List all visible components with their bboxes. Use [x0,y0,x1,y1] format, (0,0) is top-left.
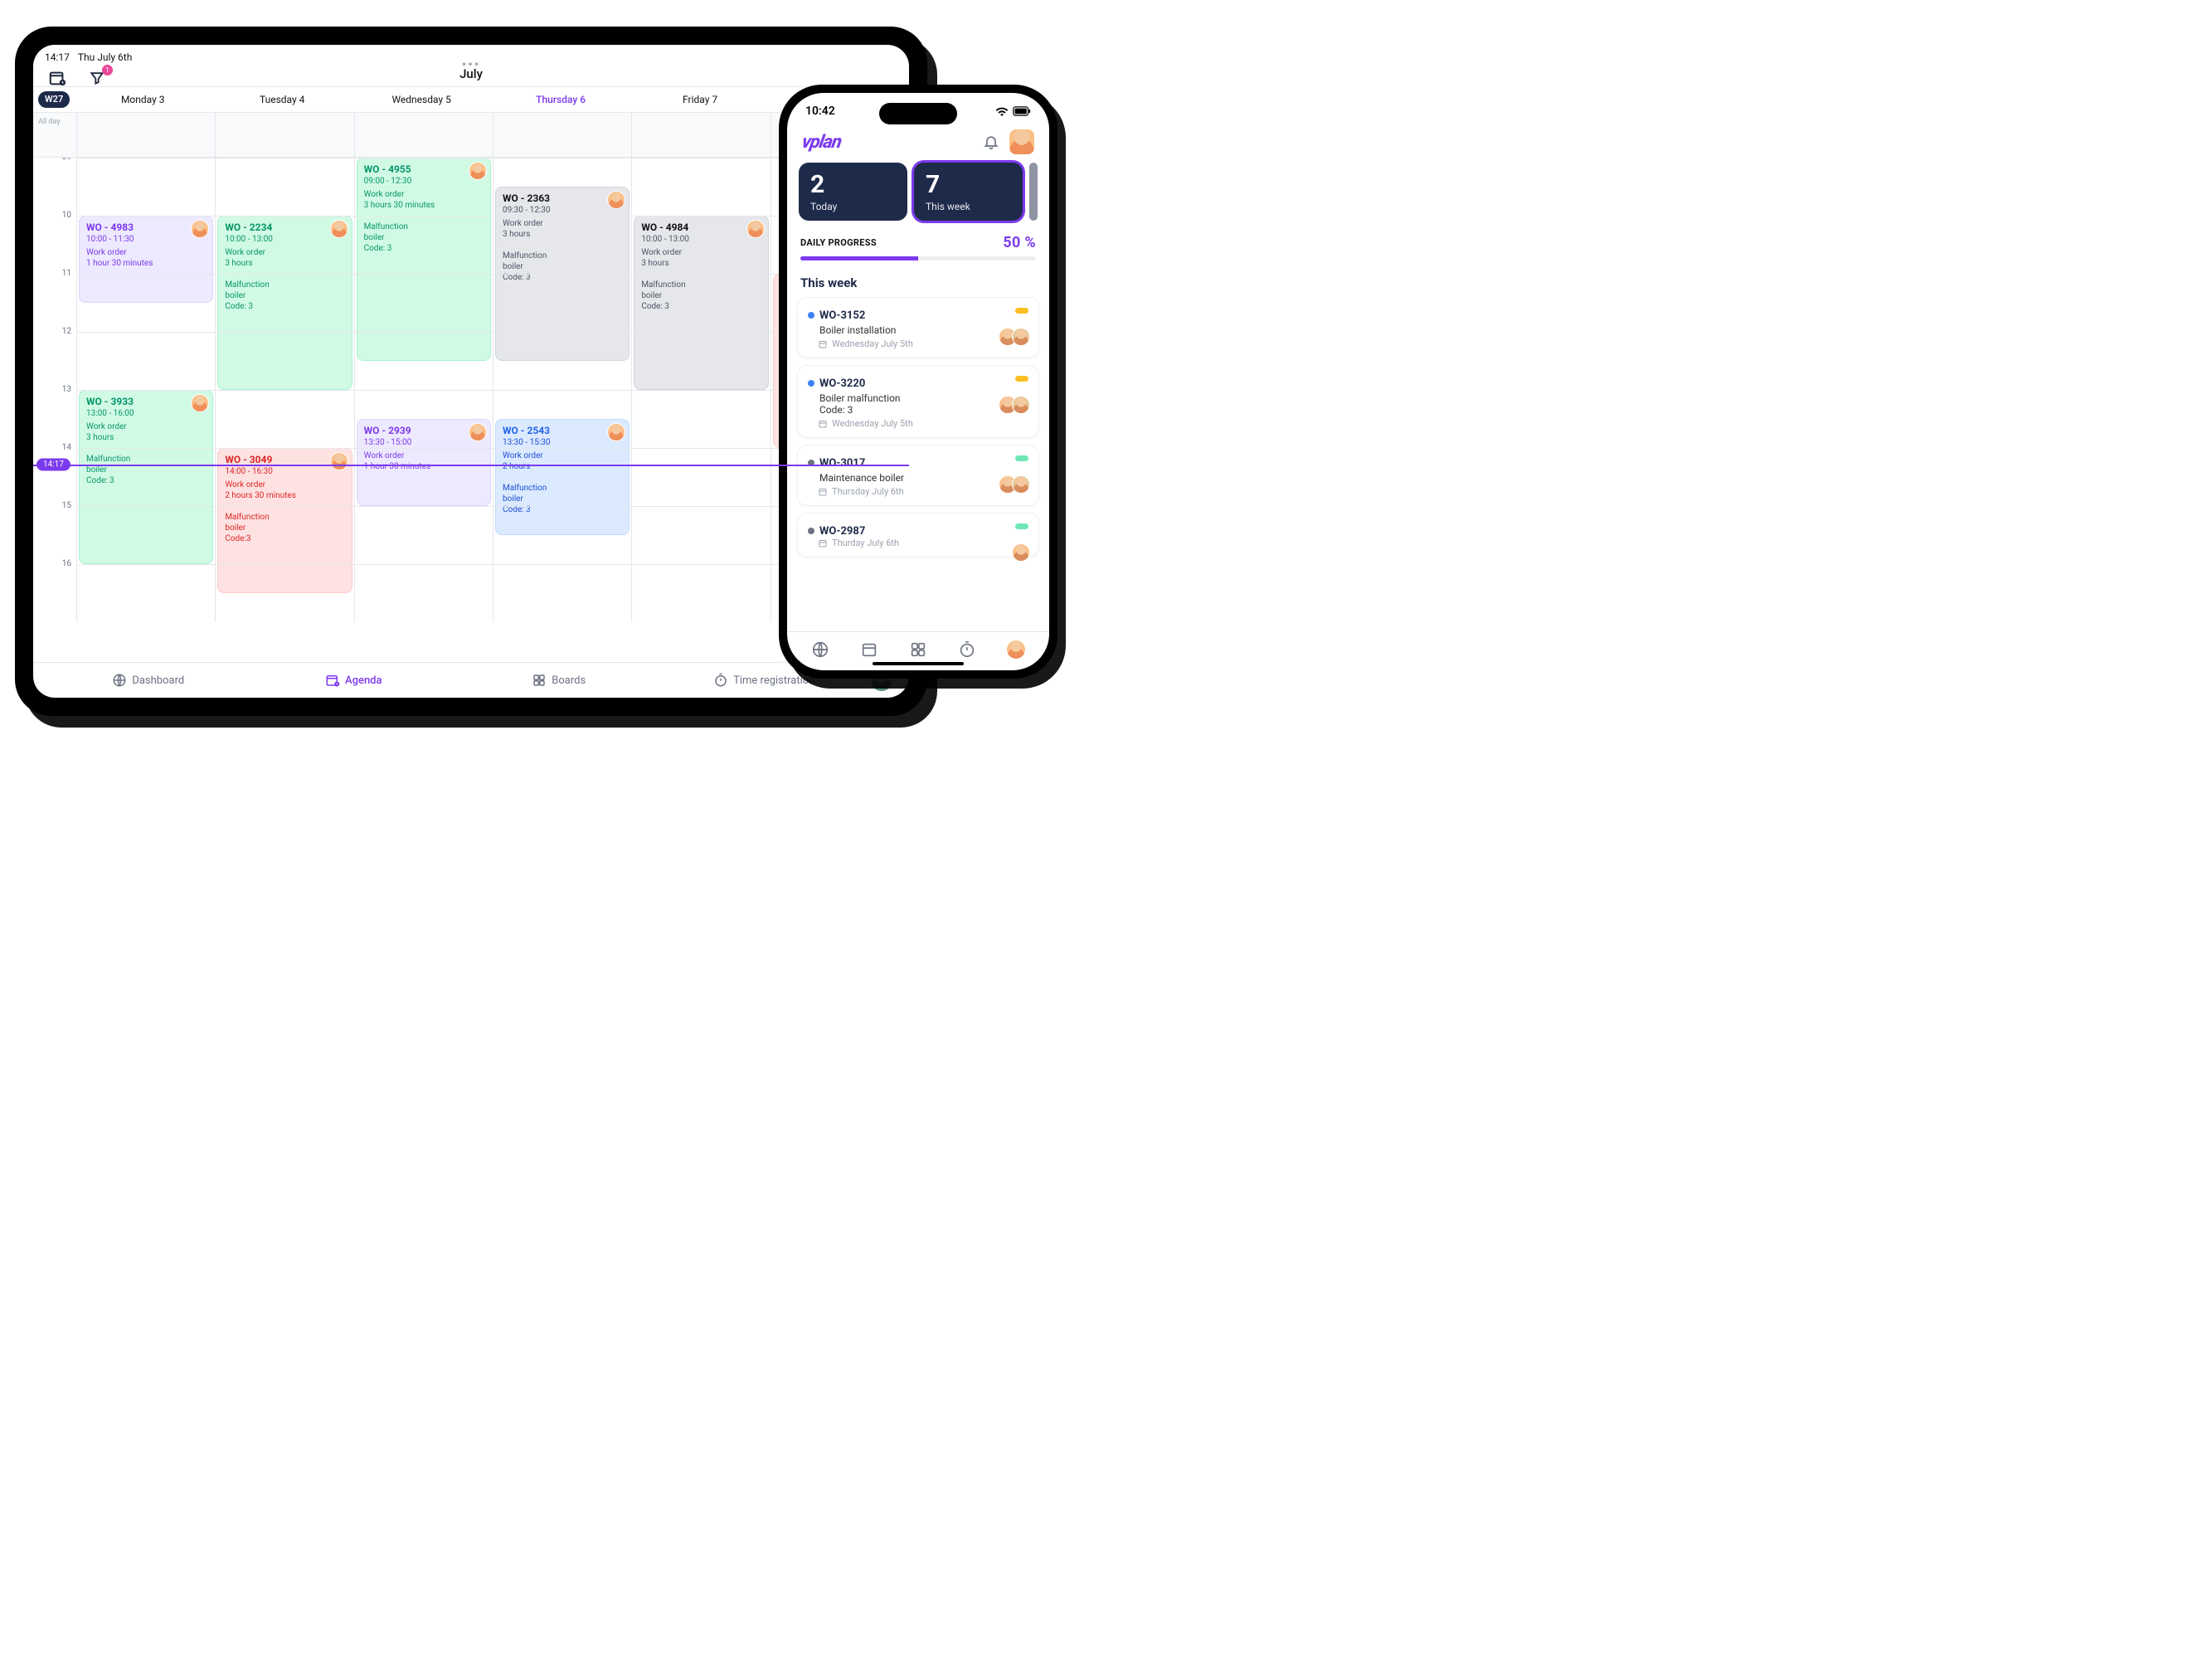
status-dot [808,528,814,534]
assignee-avatar [191,394,209,412]
day-header[interactable]: Thursday 6 [491,87,630,112]
work-order-card[interactable]: WO-2987Thurday July 6th [797,513,1039,557]
assignee-avatar [330,452,348,470]
stat-card-peek[interactable] [1029,163,1038,221]
hour-label: 14 [33,443,76,501]
priority-pill [1015,523,1028,529]
calendar-event[interactable]: WO - 495509:00 - 12:30Work order3 hours … [357,158,491,361]
drag-handle-icon[interactable]: ••• [462,56,481,72]
assignee-avatar [330,220,348,238]
assignee-avatar [1012,475,1030,494]
nav-calendar[interactable] [860,640,878,659]
calendar-icon [818,339,828,349]
week-number-pill: W27 [38,91,70,108]
priority-pill [1015,308,1028,314]
stopwatch-icon [713,673,728,688]
calendar-icon [818,419,828,429]
calendar-event[interactable]: WO - 223410:00 - 13:00Work order3 hours … [217,216,352,390]
stat-card[interactable]: 7This week [914,163,1023,221]
hour-label: 15 [33,501,76,559]
phone-header: vplan [787,123,1049,163]
nav-globe[interactable] [811,640,829,659]
battery-icon [1013,106,1031,116]
nav-stopwatch[interactable] [958,640,976,659]
assignee-avatar [746,220,765,238]
month-header: ••• July [33,65,909,86]
progress-label: DAILY PROGRESS [800,237,877,248]
hour-label: 11 [33,269,76,327]
assignee-avatar [1012,396,1030,414]
calendar-grid[interactable]: 0910111213141516 WO - 498310:00 - 11:30W… [33,158,909,662]
calendar-icon [818,487,828,497]
hour-label: 10 [33,211,76,269]
hour-label: 09 [33,158,76,211]
phone-clock: 10:42 [805,105,835,118]
tablet-bottom-nav: DashboardAgendaBoardsTime registration [33,662,909,698]
nav-grid[interactable]: Boards [460,673,658,688]
globe-icon [112,673,127,688]
calendar-event[interactable]: WO - 293913:30 - 15:00Work order1 hour 3… [357,419,491,506]
stat-cards-row: 2Today7This week [787,163,1049,221]
progress-bar [800,256,1036,260]
tablet-screen: 14:17 Thu July 6th 1 ••• July W27 Monday… [33,45,909,698]
calendar-event[interactable]: WO - 304914:00 - 16:30Work order2 hours … [217,448,352,593]
now-indicator-line [33,465,909,466]
status-dot [808,380,814,387]
work-order-card[interactable]: WO-3220Boiler malfunctionCode: 3Wednesda… [797,365,1039,438]
nav-globe[interactable]: Dashboard [50,673,247,688]
nav-boards[interactable] [909,640,927,659]
priority-pill [1015,455,1028,461]
work-order-card[interactable]: WO-3152Boiler installationWednesday July… [797,297,1039,358]
assignee-avatar [607,423,625,441]
phone-user-avatar[interactable] [1009,129,1034,154]
hour-label: 12 [33,327,76,385]
hour-label: 16 [33,559,76,617]
tablet-date: Thu July 6th [78,51,132,63]
calendar-event[interactable]: WO - 498410:00 - 13:00Work order3 hours … [634,216,768,390]
day-header[interactable]: Monday 3 [73,87,212,112]
calendar-event[interactable]: WO - 254313:30 - 15:30Work order2 hours … [495,419,630,535]
now-indicator-pill: 14:17 [36,458,70,470]
tablet-clock: 14:17 [45,51,70,63]
phone-frame: 10:42 vplan 2Today7This week DAILY PROGR… [779,85,1057,679]
nav-calendar[interactable]: Agenda [255,673,453,688]
calendar-icon [325,673,340,688]
stat-card[interactable]: 2Today [799,163,907,221]
allday-row: All day [33,113,909,158]
assignee-avatar [1012,543,1030,562]
week-header: W27 Monday 3Tuesday 4Wednesday 5Thursday… [33,86,909,113]
home-indicator [873,662,964,665]
section-title: This week [787,267,1049,297]
progress-percent: 50 % [1003,234,1036,251]
wifi-icon [995,106,1009,116]
nav-avatar[interactable] [1007,640,1025,659]
phone-screen: 10:42 vplan 2Today7This week DAILY PROGR… [787,93,1049,670]
priority-pill [1015,376,1028,382]
work-order-card[interactable]: WO-3017Maintenance boilerThursday July 6… [797,445,1039,506]
hour-label: 13 [33,385,76,443]
bell-icon[interactable] [983,134,999,150]
assignee-avatar [1012,328,1030,346]
assignee-avatar [191,220,209,238]
assignee-avatar [469,423,487,441]
assignee-avatar [607,191,625,209]
day-header[interactable]: Friday 7 [630,87,770,112]
daily-progress-section: DAILY PROGRESS 50 % [787,221,1049,267]
status-dot [808,312,814,319]
phone-notch [879,103,957,124]
allday-label: All day [33,113,76,157]
calendar-icon [818,538,828,548]
day-header[interactable]: Wednesday 5 [352,87,491,112]
app-logo: vplan [802,132,841,153]
calendar-event[interactable]: WO - 498310:00 - 11:30Work order1 hour 3… [79,216,213,303]
calendar-event[interactable]: WO - 393313:00 - 16:00Work order3 hours … [79,390,213,564]
assignee-avatar [469,162,487,180]
grid-icon [532,673,547,688]
day-header[interactable]: Tuesday 4 [212,87,352,112]
